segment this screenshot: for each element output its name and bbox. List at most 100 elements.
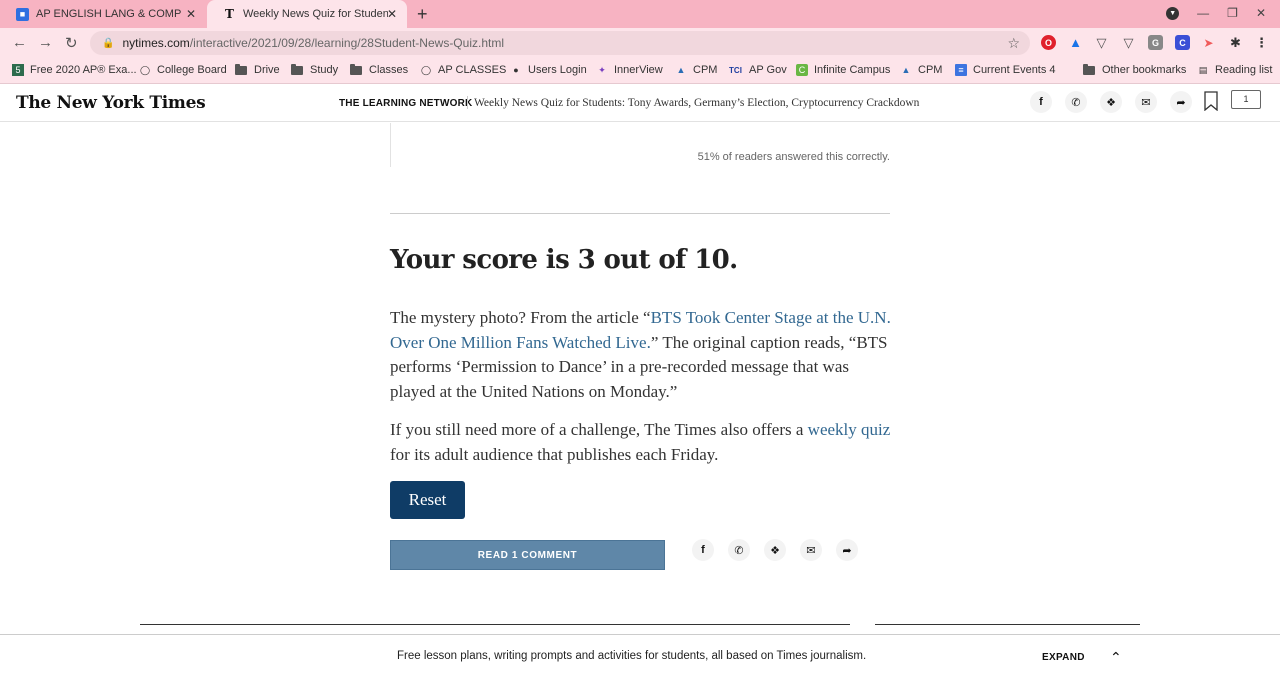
whatsapp-icon[interactable]: ✆: [1065, 91, 1087, 113]
puzzle-icon[interactable]: ✱: [1228, 35, 1243, 50]
bookmark-label: Reading list: [1215, 64, 1273, 76]
lock-icon[interactable]: 🔒: [102, 38, 114, 49]
bookmark-item[interactable]: ✦ InnerView: [596, 64, 663, 76]
bookmark-label: Infinite Campus: [814, 64, 891, 76]
bookmark-item[interactable]: Other bookmarks: [1083, 63, 1186, 76]
bookmark-label: College Board: [157, 64, 227, 76]
shield-icon: ◯: [139, 64, 151, 75]
cpm-icon: ▲: [676, 65, 686, 75]
reload-icon[interactable]: ↻: [65, 34, 78, 52]
browser-tab-strip: ■ AP ENGLISH LANG & COMPOSITI ✕ T Weekly…: [0, 0, 1280, 28]
shield-icon[interactable]: ▽: [1121, 35, 1136, 50]
mystery-photo-paragraph: The mystery photo? From the article “BTS…: [390, 306, 895, 404]
section-label[interactable]: THE LEARNING NETWORK: [339, 98, 472, 109]
url-path: /interactive/2021/09/28/learning/28Stude…: [189, 36, 504, 50]
bookmarks-bar: 5 Free 2020 AP® Exa... ◯ College Board Dri…: [0, 58, 1280, 84]
bookmark-label: Current Events 4: [973, 64, 1056, 76]
read-comment-button[interactable]: READ 1 COMMENT: [390, 540, 665, 570]
folder-icon: [350, 63, 362, 75]
tab-search-icon[interactable]: ▼: [1166, 6, 1180, 20]
score-heading: Your score is 3 out of 10.: [390, 245, 738, 275]
bookmark-label: InnerView: [614, 64, 663, 76]
bookmark-item[interactable]: ≡ Current Events 4: [955, 64, 1056, 76]
whatsapp-icon[interactable]: ✆: [728, 539, 750, 561]
minimize-icon[interactable]: —: [1197, 6, 1209, 20]
bookmark-item[interactable]: ◯ AP CLASSES: [420, 64, 506, 76]
bookmark-label: AP CLASSES: [438, 64, 507, 76]
opera-icon[interactable]: O: [1041, 35, 1056, 50]
bookmark-label: AP Gov: [749, 64, 787, 76]
folder-icon: [1083, 63, 1095, 75]
bookmark-icon[interactable]: [1204, 91, 1218, 111]
bookmark-item[interactable]: ▤ Reading list: [1197, 64, 1273, 76]
window-controls: ▼ — ❐ ✕: [1166, 6, 1266, 20]
shield-icon[interactable]: ▽: [1094, 35, 1109, 50]
extension-g-icon[interactable]: G: [1148, 35, 1163, 50]
classroom-icon: ■: [16, 7, 29, 21]
restore-icon[interactable]: ❐: [1227, 6, 1238, 20]
globe-icon: ●: [513, 65, 519, 75]
folder-icon: [291, 63, 303, 75]
email-icon[interactable]: ✉: [1135, 91, 1157, 113]
facebook-icon[interactable]: f: [1030, 91, 1052, 113]
bookmark-label: Drive: [254, 64, 280, 76]
back-icon[interactable]: ←: [12, 34, 27, 51]
paragraph-text: If you still need more of a challenge, T…: [390, 420, 808, 439]
close-icon[interactable]: ✕: [387, 7, 397, 21]
bookmark-item[interactable]: Study: [291, 63, 339, 76]
bookmark-item[interactable]: ▲ CPM: [900, 64, 943, 76]
percent-correct-text: 51% of readers answered this correctly.: [697, 151, 890, 163]
comment-count-badge[interactable]: 1: [1231, 90, 1261, 109]
weekly-quiz-link[interactable]: weekly quiz: [808, 420, 891, 439]
expand-button[interactable]: EXPAND: [1042, 652, 1085, 663]
divider: [140, 624, 850, 625]
cpm-icon: ▲: [901, 65, 911, 75]
menu-icon[interactable]: ⋮: [1254, 35, 1269, 50]
tab-ap-english[interactable]: ■ AP ENGLISH LANG & COMPOSITI ✕: [0, 0, 206, 28]
twitter-icon[interactable]: ❖: [764, 539, 786, 561]
share-icon[interactable]: ➦: [1170, 91, 1192, 113]
chevron-up-icon[interactable]: ⌃: [1110, 649, 1122, 666]
google-docs-icon: ≡: [955, 64, 967, 76]
google-drive-icon[interactable]: ▲: [1068, 35, 1083, 50]
bookmark-item[interactable]: Drive: [235, 63, 280, 76]
bookmark-item[interactable]: TCI AP Gov: [728, 64, 787, 76]
reading-list-icon: ▤: [1198, 64, 1208, 75]
reset-button[interactable]: Reset: [390, 481, 465, 519]
bookmark-item[interactable]: 5 Free 2020 AP® Exa...: [12, 64, 137, 76]
share-icon[interactable]: ➦: [836, 539, 858, 561]
tci-icon: TCI: [729, 65, 742, 75]
innerview-icon: ✦: [598, 64, 606, 75]
forward-icon[interactable]: →: [38, 34, 53, 51]
nyt-icon: T: [225, 7, 234, 21]
facebook-icon[interactable]: f: [692, 539, 714, 561]
close-window-icon[interactable]: ✕: [1256, 6, 1266, 20]
email-icon[interactable]: ✉: [800, 539, 822, 561]
bookmark-label: Classes: [369, 64, 409, 76]
divider: [467, 96, 468, 109]
paragraph-text: The mystery photo? From the article “: [390, 308, 651, 327]
bookmark-item[interactable]: ● Users Login: [510, 64, 586, 76]
footer-text: Free lesson plans, writing prompts and a…: [397, 650, 867, 662]
divider: [875, 624, 1140, 625]
address-bar[interactable]: 🔒 nytimes.com/interactive/2021/09/28/lea…: [90, 31, 1030, 55]
browser-toolbar: ← → ↻ 🔒 nytimes.com/interactive/2021/09/…: [0, 28, 1280, 58]
new-tab-icon[interactable]: +: [417, 4, 428, 25]
extension-loop-icon[interactable]: ➤: [1201, 35, 1216, 50]
bookmark-star-icon[interactable]: ☆: [1007, 35, 1020, 52]
tab-weekly-news-quiz[interactable]: T Weekly News Quiz for Students: ✕: [207, 0, 407, 28]
nyt-logo[interactable]: The New York Times: [16, 93, 206, 113]
bookmark-item[interactable]: C Infinite Campus: [796, 64, 890, 76]
bookmark-item[interactable]: ◯ College Board: [139, 64, 227, 76]
bookmark-item[interactable]: ▲ CPM: [675, 64, 718, 76]
bookmark-label: Free 2020 AP® Exa...: [30, 64, 137, 76]
extension-c-icon[interactable]: C: [1175, 35, 1190, 50]
bookmark-label: CPM: [918, 64, 943, 76]
header-title: Weekly News Quiz for Students: Tony Awar…: [474, 97, 920, 109]
infinite-campus-icon: C: [796, 64, 808, 76]
bookmark-item[interactable]: Classes: [350, 63, 409, 76]
bookmark-label: Study: [310, 64, 339, 76]
tab-label: Weekly News Quiz for Students:: [243, 8, 388, 20]
twitter-icon[interactable]: ❖: [1100, 91, 1122, 113]
close-icon[interactable]: ✕: [186, 7, 196, 21]
